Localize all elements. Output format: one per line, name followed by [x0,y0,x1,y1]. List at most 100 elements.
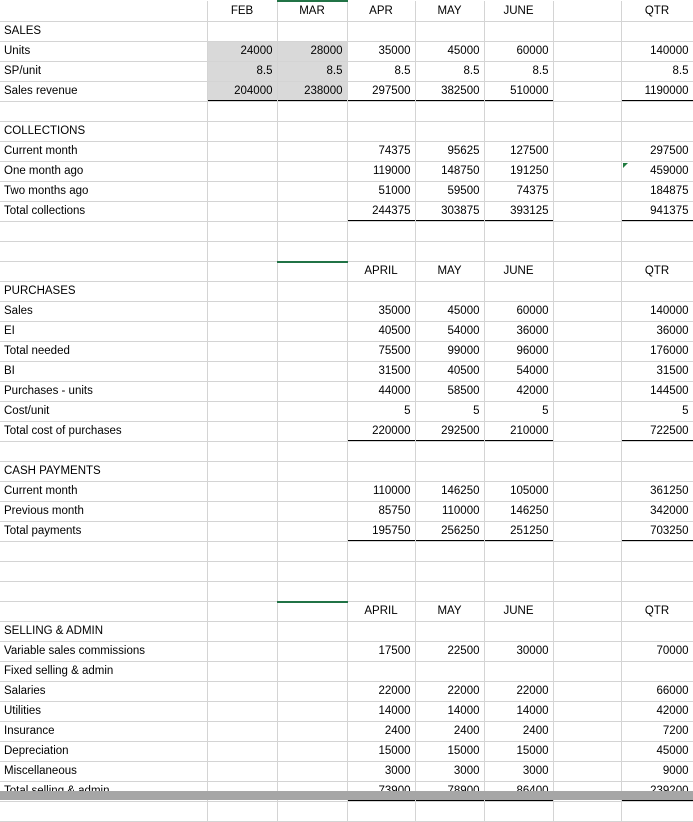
data-cell[interactable] [207,301,278,322]
data-cell[interactable]: 44000 [347,381,416,402]
data-cell[interactable] [553,441,622,462]
data-cell[interactable] [277,621,348,642]
data-cell[interactable] [415,441,485,462]
row-label[interactable]: Previous month [0,501,208,522]
data-cell[interactable] [553,481,622,502]
data-cell[interactable]: 191250 [484,161,554,182]
column-header-cell[interactable] [277,260,348,282]
total-cell[interactable]: 303875 [415,201,485,222]
data-cell[interactable]: 45000 [621,741,693,762]
total-cell[interactable]: 297500 [347,81,416,102]
data-cell[interactable] [277,501,348,522]
data-cell[interactable]: 45000 [415,41,485,62]
data-cell[interactable]: 8.5 [484,61,554,82]
data-cell[interactable]: 99000 [415,341,485,362]
row-label[interactable]: Purchases - units [0,381,208,402]
data-cell[interactable] [484,581,554,602]
data-cell[interactable] [415,21,485,42]
data-cell[interactable]: 7200 [621,721,693,742]
total-cell[interactable]: 256250 [415,521,485,542]
data-cell[interactable] [621,21,693,42]
data-cell[interactable] [553,381,622,402]
row-label[interactable]: Variable sales commissions [0,641,208,662]
data-cell[interactable]: 9000 [621,761,693,782]
data-cell[interactable] [484,461,554,482]
data-cell[interactable] [621,461,693,482]
data-cell[interactable] [347,581,416,602]
total-cell[interactable]: 195750 [347,521,416,542]
data-cell[interactable] [553,281,622,302]
data-cell[interactable]: 15000 [347,741,416,762]
data-cell[interactable] [553,41,622,62]
total-cell[interactable] [207,201,278,222]
data-cell[interactable] [553,181,622,202]
total-cell[interactable]: 703250 [621,521,693,542]
data-cell[interactable] [207,161,278,182]
data-cell[interactable] [207,21,278,42]
data-cell[interactable] [277,441,348,462]
column-header-cell[interactable]: QTR [621,601,693,622]
total-cell[interactable] [553,201,622,222]
data-cell[interactable] [621,581,693,602]
data-cell[interactable]: 45000 [415,301,485,322]
data-cell[interactable]: 140000 [621,41,693,62]
data-cell[interactable] [277,281,348,302]
data-cell[interactable] [621,221,693,242]
data-cell[interactable]: 42000 [484,381,554,402]
column-header-cell[interactable] [553,1,622,22]
total-cell[interactable]: 941375 [621,201,693,222]
data-cell[interactable]: 2400 [347,721,416,742]
data-cell[interactable]: 58500 [415,381,485,402]
data-cell[interactable] [553,401,622,422]
data-cell[interactable] [347,241,416,262]
data-cell[interactable]: 22500 [415,641,485,662]
data-cell[interactable] [553,141,622,162]
data-cell[interactable] [207,101,278,122]
column-header-cell[interactable]: APR [347,1,416,22]
row-label[interactable]: Current month [0,141,208,162]
data-cell[interactable] [415,461,485,482]
data-cell[interactable]: 146250 [415,481,485,502]
total-cell[interactable]: 204000 [207,81,278,102]
data-cell[interactable] [277,21,348,42]
data-cell[interactable]: 15000 [415,741,485,762]
data-cell[interactable]: 5 [415,401,485,422]
data-cell[interactable] [207,741,278,762]
row-label[interactable]: Sales revenue [0,81,208,102]
data-cell[interactable]: 8.5 [347,61,416,82]
data-cell[interactable]: 146250 [484,501,554,522]
column-header-cell[interactable]: JUNE [484,261,554,282]
column-header-cell[interactable]: MAY [415,1,485,22]
total-cell[interactable]: 238000 [277,81,348,102]
data-cell[interactable] [621,621,693,642]
column-header-cell[interactable]: QTR [621,1,693,22]
data-cell[interactable] [553,21,622,42]
column-header-cell[interactable] [277,600,348,622]
data-cell[interactable] [207,761,278,782]
data-cell[interactable]: 31500 [347,361,416,382]
data-cell[interactable] [277,381,348,402]
section-header[interactable]: SELLING & ADMIN [0,621,208,642]
data-cell[interactable]: 8.5 [415,61,485,82]
row-label[interactable] [0,561,208,582]
data-cell[interactable] [277,741,348,762]
data-cell[interactable] [415,801,485,822]
data-cell[interactable]: 14000 [484,701,554,722]
data-cell[interactable] [207,661,278,682]
data-cell[interactable] [277,661,348,682]
data-cell[interactable] [277,641,348,662]
data-cell[interactable] [553,641,622,662]
data-cell[interactable] [207,141,278,162]
data-cell[interactable] [484,621,554,642]
data-cell[interactable] [207,401,278,422]
data-cell[interactable] [347,801,416,822]
data-cell[interactable] [207,501,278,522]
data-cell[interactable]: 3000 [484,761,554,782]
row-label[interactable] [0,441,208,462]
data-cell[interactable] [277,121,348,142]
row-label[interactable]: Total needed [0,341,208,362]
data-cell[interactable]: 66000 [621,681,693,702]
data-cell[interactable] [621,541,693,562]
data-cell[interactable]: 105000 [484,481,554,502]
data-cell[interactable]: 110000 [415,501,485,522]
